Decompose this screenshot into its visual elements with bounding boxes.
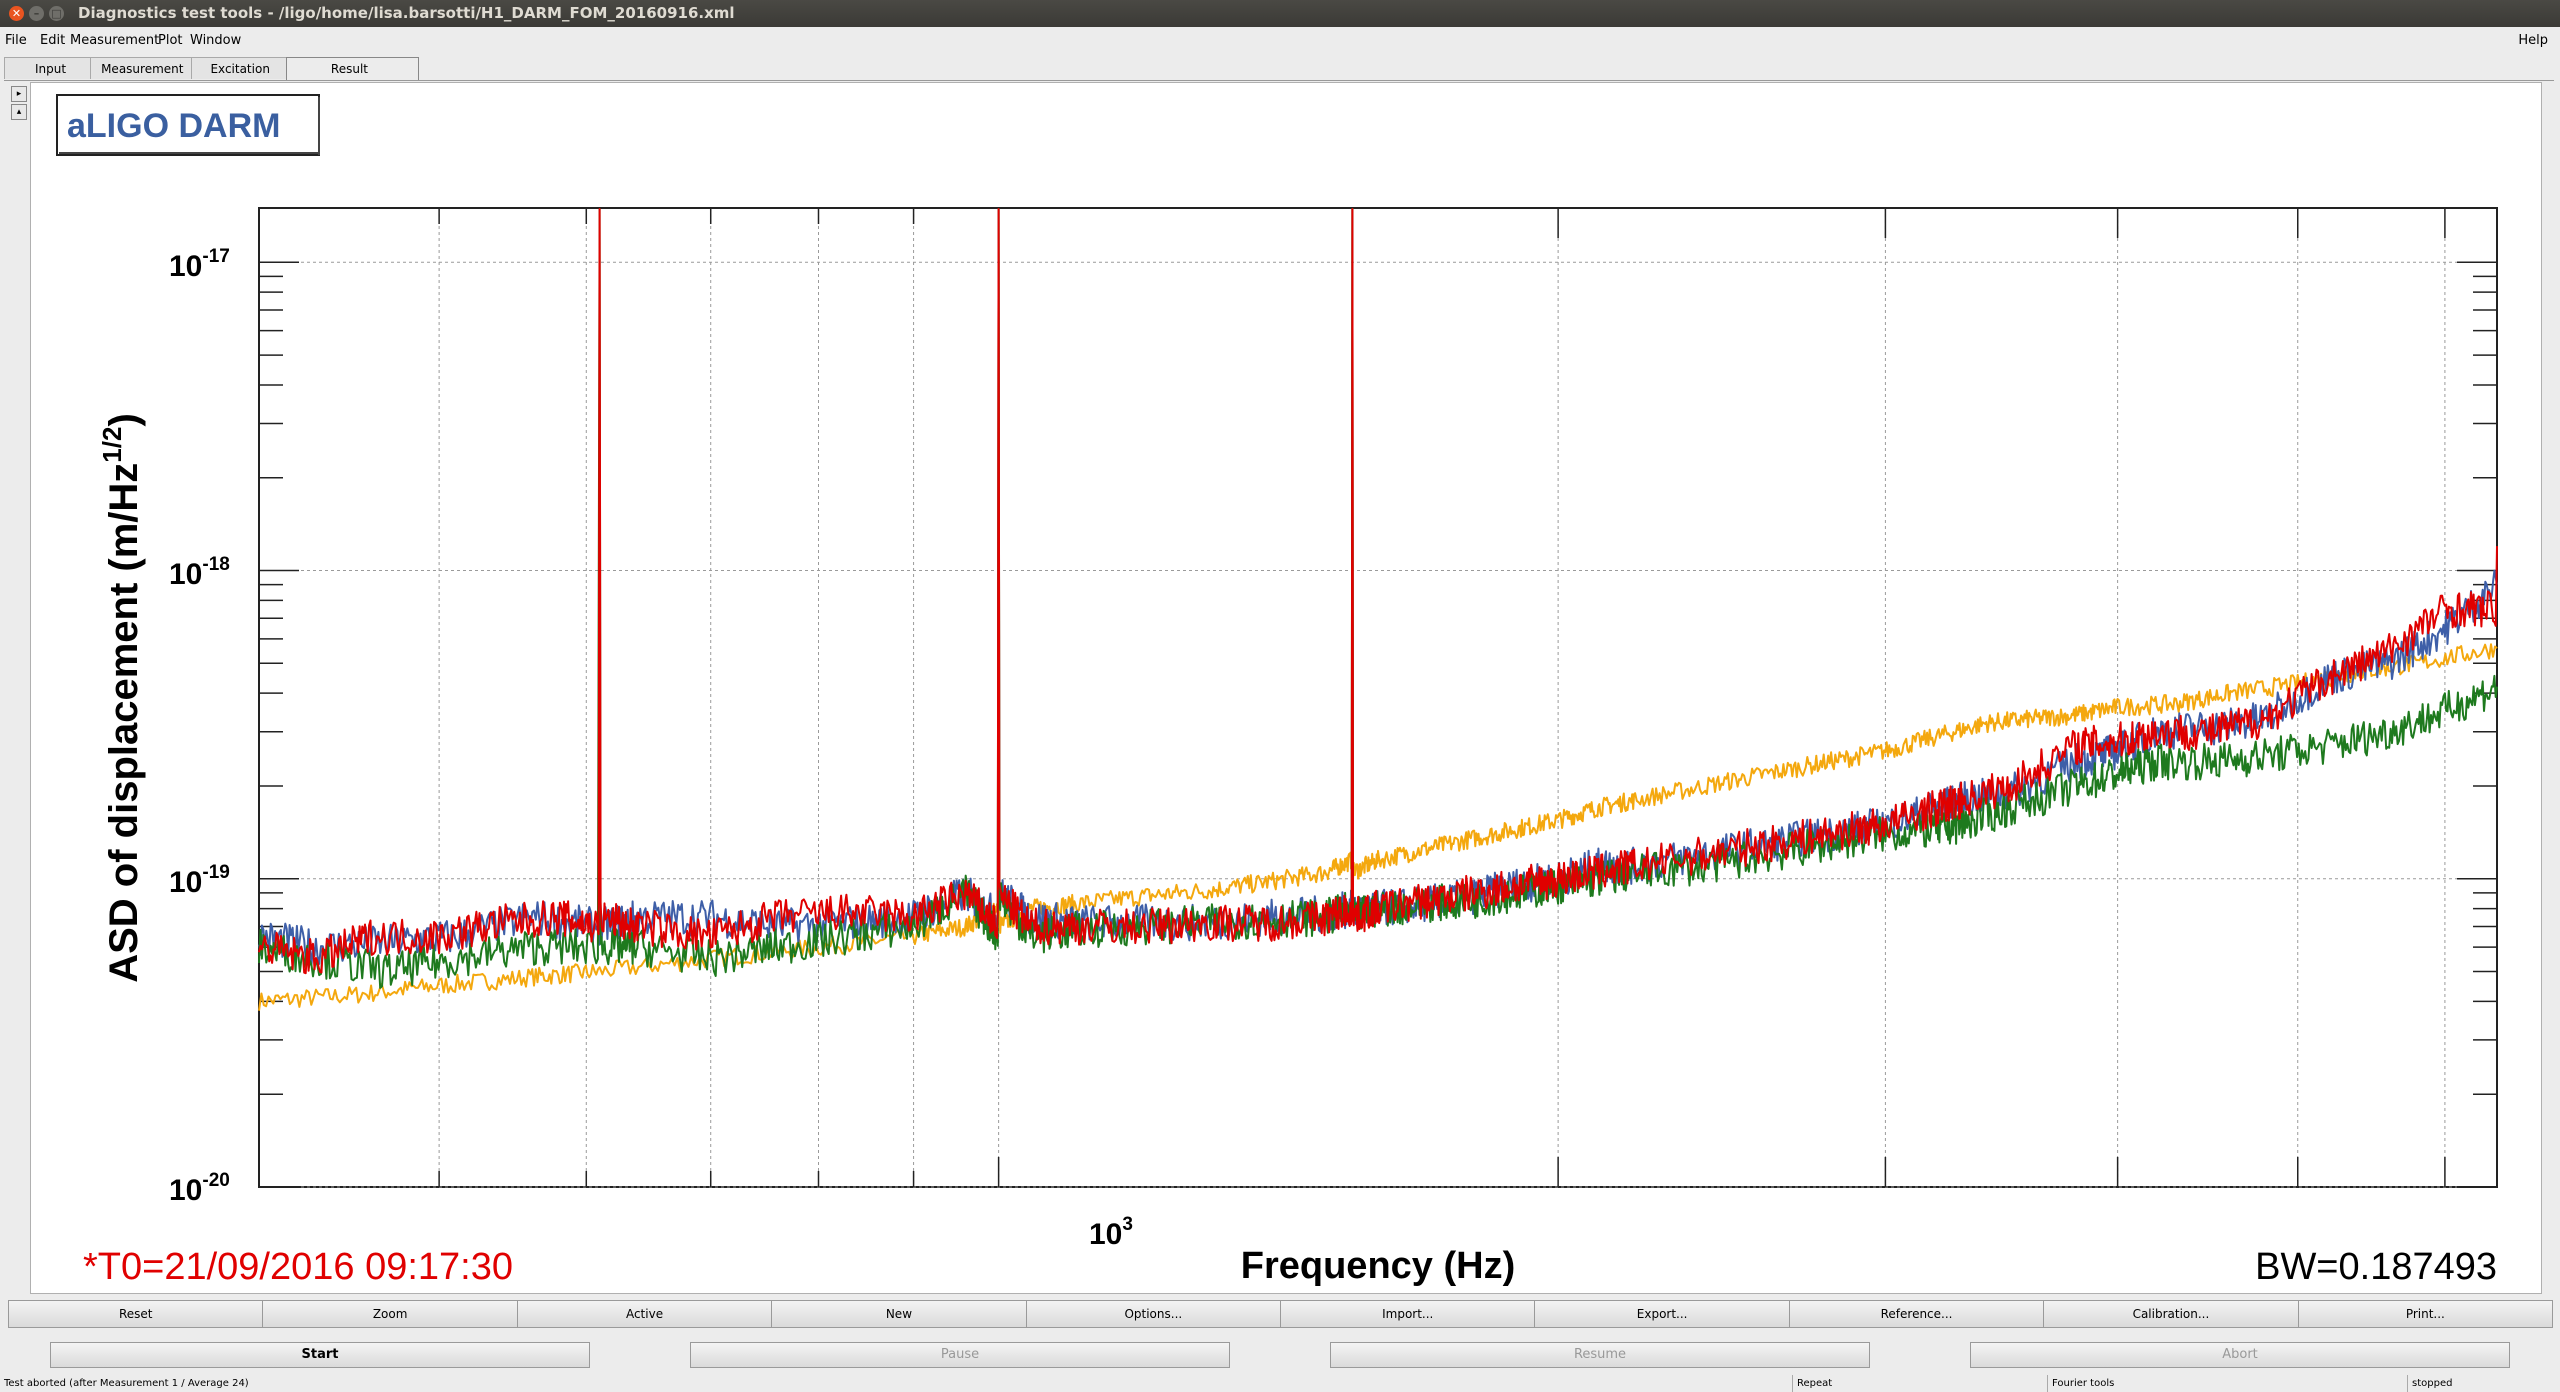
tab-bar: Input Measurement Excitation Result [4,57,419,81]
t0-timestamp: *T0=21/09/2016 09:17:30 [83,1246,513,1288]
calibration-button[interactable]: Calibration... [2043,1300,2299,1328]
asd-plot[interactable]: aLIGO DARM 10-17 10-18 10-19 10-20 103 A… [31,83,2543,1295]
print-button[interactable]: Print... [2297,1300,2554,1328]
menu-plot[interactable]: Plot [158,33,183,48]
menu-window[interactable]: Window [190,33,241,48]
status-tools: Fourier tools [2047,1375,2407,1392]
new-button[interactable]: New [771,1300,1027,1328]
window-title: Diagnostics test tools - /ligo/home/lisa… [78,4,735,22]
y-tick-labels: 10-17 10-18 10-19 10-20 [169,246,230,1207]
reference-button[interactable]: Reference... [1788,1300,2045,1328]
status-state: stopped [2407,1375,2560,1392]
maximize-window-icon[interactable]: □ [49,6,64,21]
expand-panel-icon[interactable]: ▸ [11,86,27,102]
ytick-1e-17: 10-17 [169,246,230,283]
y-axis-label: ASD of displacement (m/Hz1/2) [97,413,146,983]
export-button[interactable]: Export... [1534,1300,1790,1328]
menu-measurement[interactable]: Measurement [70,33,159,48]
status-message: Test aborted (after Measurement 1 / Aver… [4,1378,249,1389]
xtick-1e3: 103 [1089,1214,1133,1251]
diagnostics-window: ✕ – □ Diagnostics test tools - /ligo/hom… [0,0,2560,1392]
menu-bar: File Edit Measurement Plot Window Help [0,30,2560,53]
legend-title: aLIGO DARM [67,107,280,145]
plot-legend: aLIGO DARM [56,94,320,156]
start-button[interactable]: Start [50,1342,590,1368]
tab-result[interactable]: Result [285,57,419,81]
tab-input[interactable]: Input [4,57,92,79]
pause-button[interactable]: Pause [690,1342,1230,1368]
x-axis-label: Frequency (Hz) [1241,1245,1515,1287]
tab-excitation[interactable]: Excitation [191,57,287,79]
ytick-1e-20: 10-20 [169,1170,230,1207]
minimize-window-icon[interactable]: – [29,6,44,21]
plot-frame [258,207,2498,1188]
run-control-row: Start Pause Resume Abort [0,1342,2560,1372]
bandwidth-label: BW=0.187493 [2255,1246,2497,1288]
menu-file[interactable]: File [5,33,27,48]
plot-button-row: Reset Zoom Active New Options... Import.… [8,1300,2554,1330]
title-bar: ✕ – □ Diagnostics test tools - /ligo/hom… [0,0,2560,27]
reset-button[interactable]: Reset [8,1300,264,1328]
zoom-button[interactable]: Zoom [262,1300,518,1328]
status-repeat: Repeat [1792,1375,2047,1392]
collapse-panel-icon[interactable]: ▴ [11,104,27,120]
resume-button[interactable]: Resume [1330,1342,1870,1368]
status-bar: Test aborted (after Measurement 1 / Aver… [0,1375,2560,1392]
close-window-icon[interactable]: ✕ [9,6,24,21]
plot-pane[interactable]: aLIGO DARM 10-17 10-18 10-19 10-20 103 A… [30,82,2542,1294]
ytick-1e-18: 10-18 [169,554,230,591]
abort-button[interactable]: Abort [1970,1342,2510,1368]
tab-divider [4,80,2554,81]
import-button[interactable]: Import... [1280,1300,1536,1328]
menu-edit[interactable]: Edit [40,33,65,48]
active-button[interactable]: Active [516,1300,773,1328]
menu-help[interactable]: Help [2518,33,2548,48]
tab-measurement[interactable]: Measurement [90,57,193,79]
options-button[interactable]: Options... [1025,1300,1282,1328]
ytick-1e-19: 10-19 [169,862,230,899]
